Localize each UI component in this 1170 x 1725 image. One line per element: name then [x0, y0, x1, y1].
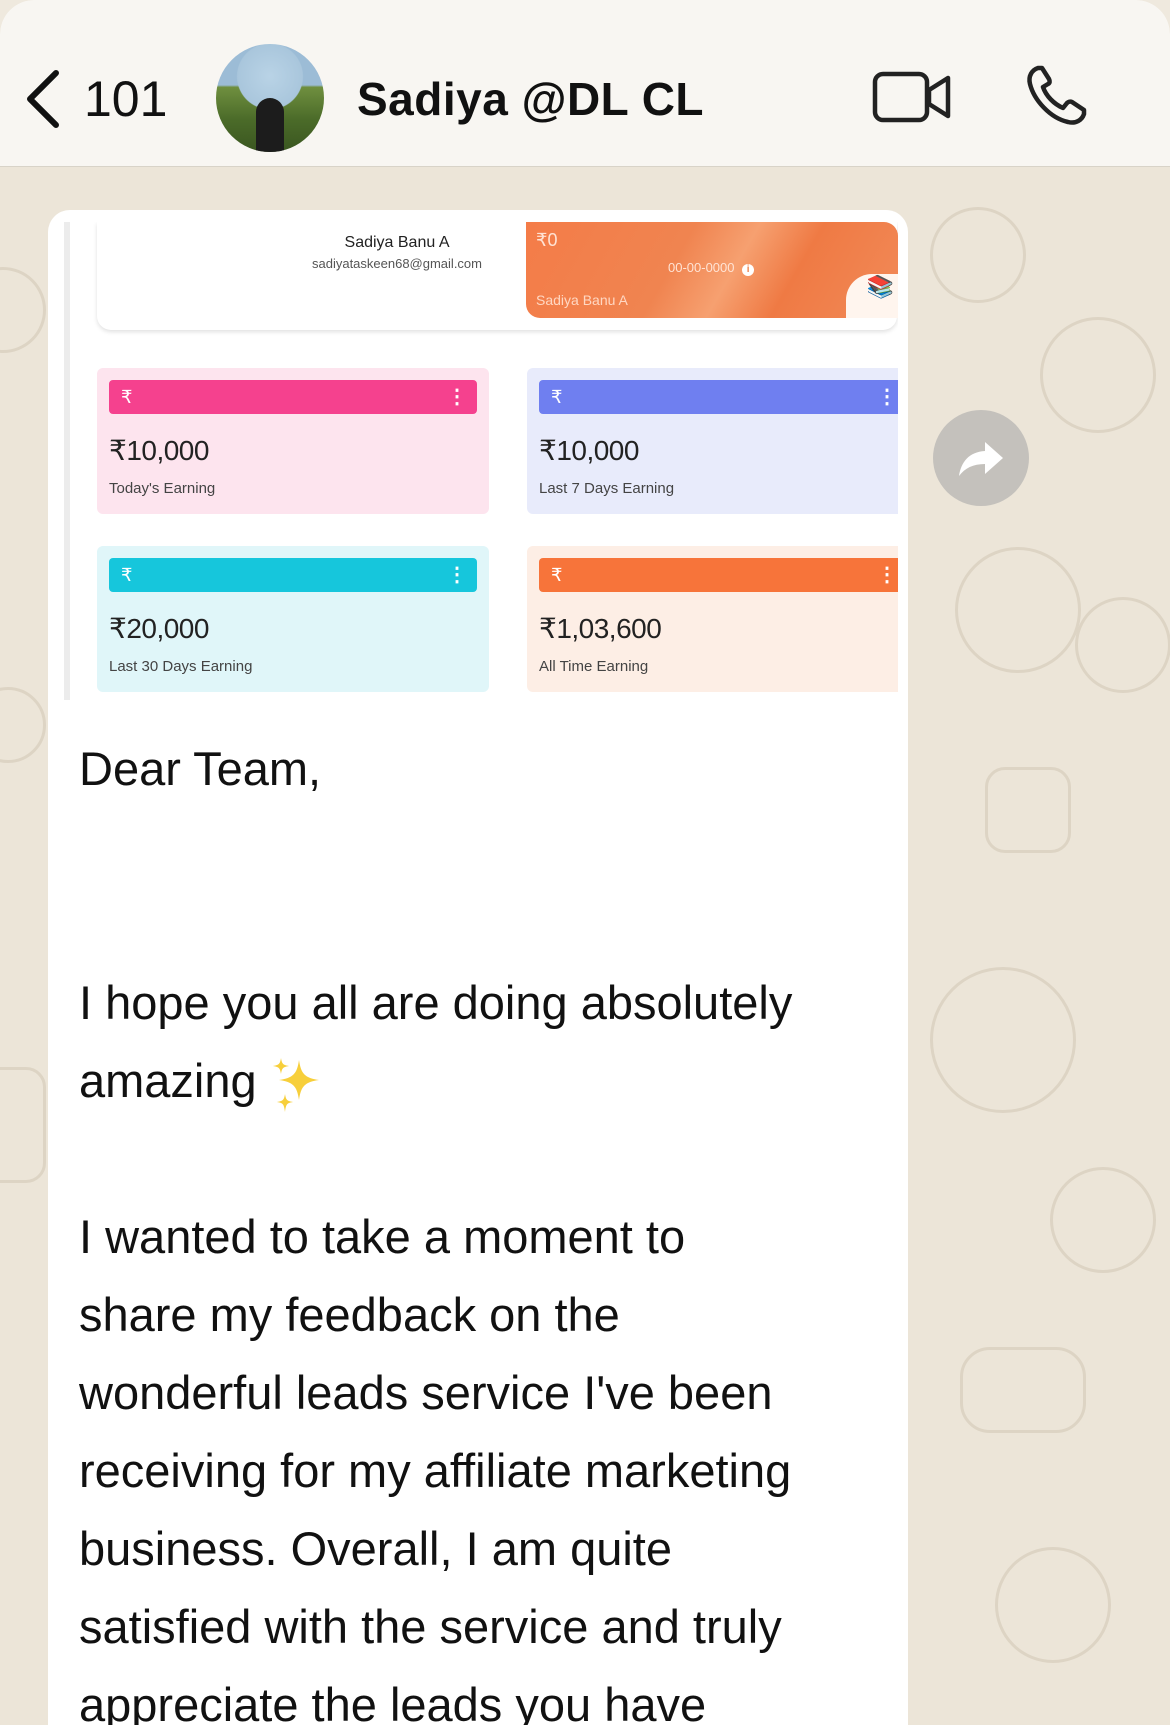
stat-value: ₹1,03,600	[539, 613, 662, 644]
stat-value: ₹20,000	[109, 613, 209, 644]
message-line	[79, 1120, 879, 1198]
message-line: amazing	[79, 1054, 257, 1107]
avatar[interactable]	[216, 44, 324, 152]
message-line: I hope you all are doing absolutely	[79, 976, 793, 1029]
wallpaper-doodle	[985, 767, 1071, 853]
wallpaper-doodle	[1050, 1167, 1156, 1273]
message-line	[79, 886, 879, 964]
wallpaper-doodle	[0, 267, 46, 353]
stat-label: Last 30 Days Earning	[109, 658, 253, 675]
stat-bar: ₹ ⋮	[109, 558, 477, 592]
message-line-with-emoji: amazing	[79, 1042, 879, 1120]
profile-name: Sadiya Banu A	[344, 234, 450, 251]
stat-value: ₹10,000	[539, 435, 639, 466]
stat-label: Today's Earning	[109, 480, 216, 497]
chat-screen: 101 Sadiya @DL CL Sadiya Banu A sadiyata…	[0, 0, 1170, 1725]
more-options-icon: ⋮	[447, 564, 467, 586]
forward-arrow-icon	[959, 442, 1003, 476]
wallet-holder: Sadiya Banu A	[536, 292, 628, 308]
wallet-card: ₹0 00-00-0000 i Sadiya Banu A 📚	[526, 222, 898, 318]
wallpaper-doodle	[1040, 317, 1156, 433]
chat-header: 101 Sadiya @DL CL	[0, 0, 1170, 167]
wallpaper-doodle	[960, 1347, 1086, 1433]
more-options-icon: ⋮	[877, 386, 897, 408]
wallpaper-doodle	[0, 1067, 46, 1183]
wallpaper-doodle	[930, 967, 1076, 1113]
message-line: business. Overall, I am quite	[79, 1522, 672, 1575]
message-text: Dear Team, I hope you all are doing abso…	[79, 730, 879, 1725]
more-options-icon: ⋮	[877, 564, 897, 586]
forward-button[interactable]	[933, 410, 1029, 506]
message-line: Dear Team,	[79, 742, 322, 795]
stat-bar: ₹ ⋮	[539, 558, 898, 592]
message-line: receiving for my affiliate marketing	[79, 1444, 792, 1497]
wallet-amount: ₹0	[536, 230, 558, 250]
video-call-icon[interactable]	[872, 70, 952, 124]
stat-label: All Time Earning	[539, 658, 649, 675]
rupee-icon: ₹	[121, 387, 133, 407]
message-line: appreciate the leads you have	[79, 1678, 707, 1725]
info-icon: i	[742, 264, 755, 276]
avatar-person-silhouette	[256, 98, 284, 152]
wallpaper-doodle	[995, 1547, 1111, 1663]
phone-call-icon[interactable]	[1024, 64, 1088, 128]
back-button[interactable]: 101	[22, 64, 167, 134]
rupee-icon: ₹	[551, 565, 563, 585]
wallpaper-doodle	[0, 687, 46, 763]
rupee-icon: ₹	[551, 387, 563, 407]
stat-label: Last 7 Days Earning	[539, 480, 675, 497]
more-options-icon: ⋮	[447, 386, 467, 408]
wallpaper-doodle	[955, 547, 1081, 673]
message-line	[79, 808, 879, 886]
stat-card-last-7-days: ₹ ⋮ ₹10,000 Last 7 Days Earning	[527, 368, 898, 514]
contact-name[interactable]: Sadiya @DL CL	[357, 72, 704, 126]
books-logo-icon: 📚	[846, 274, 898, 318]
screenshot-left-edge	[64, 222, 70, 700]
profile-email: sadiyataskeen68@gmail.com	[311, 256, 482, 271]
stat-bar: ₹ ⋮	[109, 380, 477, 414]
stat-card-last-30-days: ₹ ⋮ ₹20,000 Last 30 Days Earning	[97, 546, 489, 692]
message-line: wonderful leads service I've been	[79, 1366, 773, 1419]
stat-value: ₹10,000	[109, 435, 209, 466]
message-line: satisfied with the service and truly	[79, 1600, 782, 1653]
wallet-code: 00-00-0000 i	[668, 260, 755, 276]
attached-screenshot[interactable]: Sadiya Banu A sadiyataskeen68@gmail.com …	[64, 222, 898, 700]
chevron-left-icon	[27, 70, 59, 128]
stat-card-all-time: ₹ ⋮ ₹1,03,600 All Time Earning	[527, 546, 898, 692]
wallpaper-doodle	[1075, 597, 1170, 693]
message-line: I wanted to take a moment to	[79, 1210, 686, 1263]
message-line: share my feedback on the	[79, 1288, 620, 1341]
sparkles-icon	[272, 1057, 319, 1112]
rupee-icon: ₹	[121, 565, 133, 585]
wallet-code-text: 00-00-0000	[668, 260, 735, 275]
stat-card-today: ₹ ⋮ ₹10,000 Today's Earning	[97, 368, 489, 514]
wallpaper-doodle	[930, 207, 1026, 303]
stat-bar: ₹ ⋮	[539, 380, 898, 414]
unread-count: 101	[84, 71, 168, 127]
